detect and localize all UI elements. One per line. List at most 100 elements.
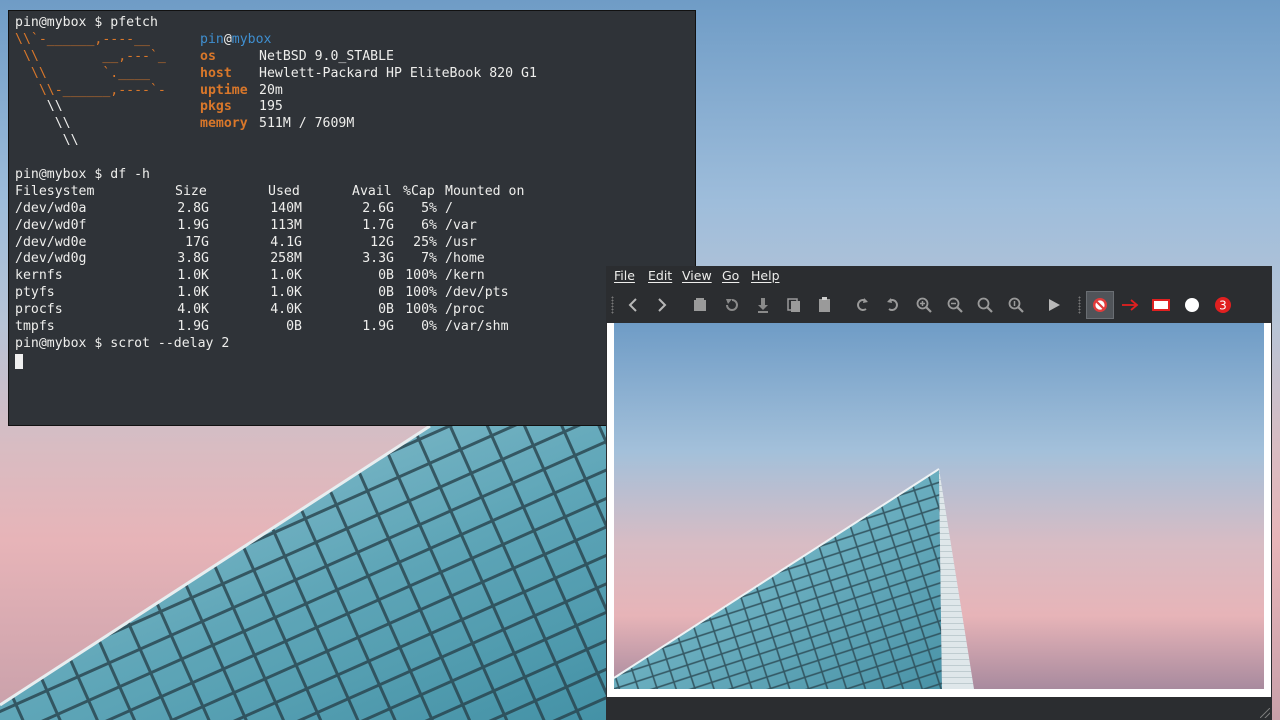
df-row: procfs 4.0K 4.0K 0B 100% /proc [15, 302, 695, 319]
status-bar [606, 698, 1272, 720]
df-cell: 258M [270, 251, 302, 267]
df-cell: /dev/wd0a [15, 200, 87, 216]
df-row: /dev/wd0g 3.8G 258M 3.3G 7% /home [15, 251, 695, 268]
terminal-window[interactable]: pin@mybox $ pfetch \\`-______,----__ pin… [8, 10, 696, 426]
pfetch-line-uptime: \\-______,----`- uptime 20m [15, 82, 283, 98]
terminal-prompt-line: pin@mybox $ pfetch [15, 15, 158, 30]
menu-edit[interactable]: Edit [648, 268, 672, 283]
df-cell: 4.1G [270, 234, 302, 250]
zoom-original-icon[interactable] [1004, 293, 1028, 317]
df-cell: /proc [445, 302, 485, 318]
df-prompt-line: pin@mybox $ df -h [15, 167, 150, 183]
df-cell: 4.0K [177, 302, 209, 318]
copy-icon[interactable] [782, 293, 806, 317]
df-row: tmpfs 1.9G 0B 1.9G 0% /var/shm [15, 319, 695, 336]
no-annotation-icon[interactable] [1086, 291, 1114, 319]
df-cell: /home [445, 251, 485, 267]
zoom-in-icon[interactable] [912, 293, 936, 317]
resize-grip[interactable] [1260, 708, 1270, 718]
df-cell: 1.9G [177, 319, 209, 335]
df-cell: 1.9G [362, 319, 394, 335]
df-row: /dev/wd0e 17G 4.1G 12G 25% /usr [15, 235, 695, 252]
df-cell: 0B [286, 319, 302, 335]
df-cell: kernfs [15, 268, 63, 284]
number-tool-label: 3 [1219, 299, 1227, 313]
menu-file[interactable]: File [614, 268, 635, 283]
df-header-row: Filesystem Size Used Avail %Cap Mounted … [15, 183, 525, 199]
df-cell: 5% [421, 200, 437, 216]
df-cell: 2.6G [362, 200, 394, 216]
image-viewer-window[interactable]: File Edit View Go Help 3 [606, 266, 1272, 720]
slideshow-play-icon[interactable] [1042, 293, 1066, 317]
menu-bar: File Edit View Go Help [606, 266, 1272, 286]
toolbar-grip[interactable] [611, 296, 614, 314]
pfetch-line-pkgs: \\ pkgs 195 [15, 99, 283, 115]
image-canvas[interactable] [607, 323, 1271, 697]
df-cell: tmpfs [15, 319, 55, 335]
df-cell: 3.8G [177, 251, 209, 267]
df-cell: 0B [378, 302, 394, 318]
cursor-line [15, 353, 695, 370]
save-icon[interactable] [751, 293, 775, 317]
open-folder-icon[interactable] [688, 293, 712, 317]
df-cell: 0% [421, 319, 437, 335]
number-tool-icon[interactable]: 3 [1211, 293, 1235, 317]
pfetch-line-8: \\ [15, 133, 79, 149]
pfetch-line-host: \\ `.____ host Hewlett-Packard HP EliteB… [15, 65, 537, 81]
df-row: /dev/wd0f 1.9G 113M 1.7G 6% /var [15, 218, 695, 235]
arrow-tool-icon[interactable] [1118, 293, 1142, 317]
df-cell: 1.0K [270, 268, 302, 284]
df-cell: /dev/wd0e [15, 234, 87, 250]
df-cell: /var [445, 217, 477, 233]
df-cell: 3.3G [362, 251, 394, 267]
df-cell: 0B [378, 268, 394, 284]
df-cell: 7% [421, 251, 437, 267]
rotate-right-icon[interactable] [881, 293, 905, 317]
menu-help[interactable]: Help [751, 268, 780, 283]
df-cell: /kern [445, 268, 485, 284]
df-cell: 1.7G [362, 217, 394, 233]
pfetch-line-os: \\ __,---`_ os NetBSD 9.0_STABLE [15, 48, 394, 64]
df-cell: 2.8G [177, 200, 209, 216]
df-cell: /dev/pts [445, 285, 509, 301]
df-cell: 12G [370, 234, 394, 250]
reload-icon[interactable] [720, 293, 744, 317]
df-cell: 4.0K [270, 302, 302, 318]
df-cell: 0B [378, 285, 394, 301]
terminal-cursor [15, 353, 23, 369]
displayed-image [614, 323, 1264, 689]
df-cell: / [445, 200, 453, 216]
zoom-out-icon[interactable] [943, 293, 967, 317]
df-cell: 25% [413, 234, 437, 250]
rotate-left-icon[interactable] [850, 293, 874, 317]
menu-view[interactable]: View [682, 268, 712, 283]
df-cell: procfs [15, 302, 63, 318]
df-cell: /var/shm [445, 319, 509, 335]
menu-go[interactable]: Go [722, 268, 739, 283]
back-icon[interactable] [621, 293, 645, 317]
df-cell: 1.0K [270, 285, 302, 301]
df-cell: 100% [405, 302, 437, 318]
df-row: /dev/wd0a 2.8G 140M 2.6G 5% / [15, 201, 695, 218]
circle-tool-icon[interactable] [1180, 293, 1204, 317]
scrot-prompt-line: pin@mybox $ scrot --delay 2 [15, 335, 230, 351]
paste-icon[interactable] [813, 293, 837, 317]
df-cell: 1.9G [177, 217, 209, 233]
df-cell: /dev/wd0f [15, 217, 87, 233]
zoom-fit-icon[interactable] [973, 293, 997, 317]
df-cell: /usr [445, 234, 477, 250]
df-cell: 6% [421, 217, 437, 233]
df-cell: 100% [405, 268, 437, 284]
df-row: kernfs 1.0K 1.0K 0B 100% /kern [15, 268, 695, 285]
df-cell: 17G [185, 234, 209, 250]
df-cell: ptyfs [15, 285, 55, 301]
df-cell: 1.0K [177, 285, 209, 301]
toolbar: 3 [606, 288, 1272, 320]
df-cell: 1.0K [177, 268, 209, 284]
forward-icon[interactable] [650, 293, 674, 317]
rectangle-tool-icon[interactable] [1149, 293, 1173, 317]
toolbar-grip-2[interactable] [1078, 296, 1081, 314]
df-cell: 100% [405, 285, 437, 301]
df-cell: /dev/wd0g [15, 251, 87, 267]
